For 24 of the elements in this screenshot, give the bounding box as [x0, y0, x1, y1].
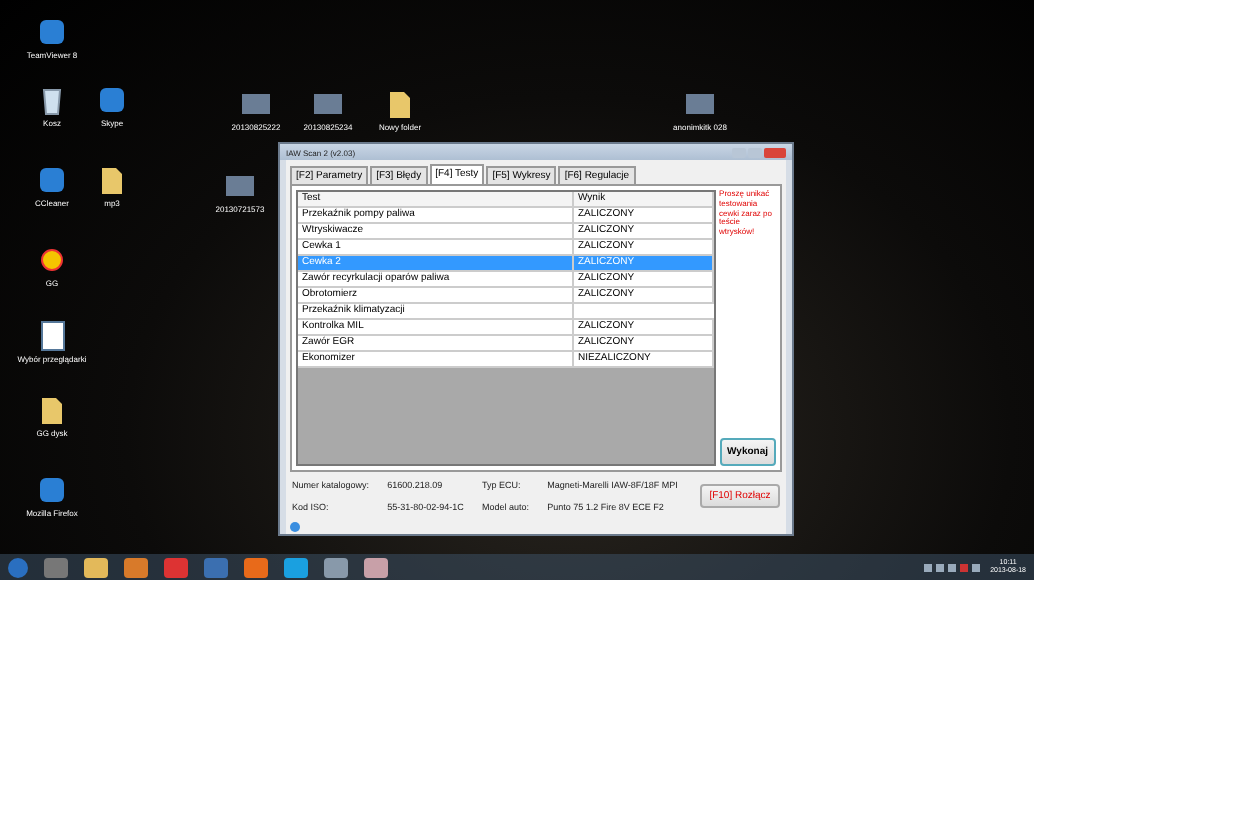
- folder-icon: [384, 88, 416, 120]
- photo-thumbnail-icon: [224, 170, 256, 202]
- photo-thumbnail-icon: [684, 88, 716, 120]
- taskbar-app-icon[interactable]: [84, 557, 108, 577]
- info-icon: [290, 522, 300, 532]
- taskbar-app-icon[interactable]: [244, 557, 268, 577]
- app-icon: [36, 474, 68, 506]
- app-icon: [96, 84, 128, 116]
- taskbar-app-icon[interactable]: [44, 557, 68, 577]
- photo-thumbnail-icon: [312, 88, 344, 120]
- tray-icons-drawing[interactable]: [924, 563, 985, 571]
- start-button[interactable]: [8, 557, 28, 577]
- taskbar-app-icon[interactable]: [284, 557, 308, 577]
- sun-icon: [36, 244, 68, 276]
- app-icon: [36, 16, 68, 48]
- taskbar-app-icon[interactable]: [124, 557, 148, 577]
- document-icon: [36, 320, 68, 352]
- app-icon: [36, 164, 68, 196]
- folder-icon: [96, 164, 128, 196]
- photo-thumbnail-icon: [240, 88, 272, 120]
- taskbar-app-icon[interactable]: [324, 557, 348, 577]
- close-icon[interactable]: [764, 147, 786, 157]
- taskbar-app-icon[interactable]: [364, 557, 388, 577]
- folder-icon: [36, 394, 68, 426]
